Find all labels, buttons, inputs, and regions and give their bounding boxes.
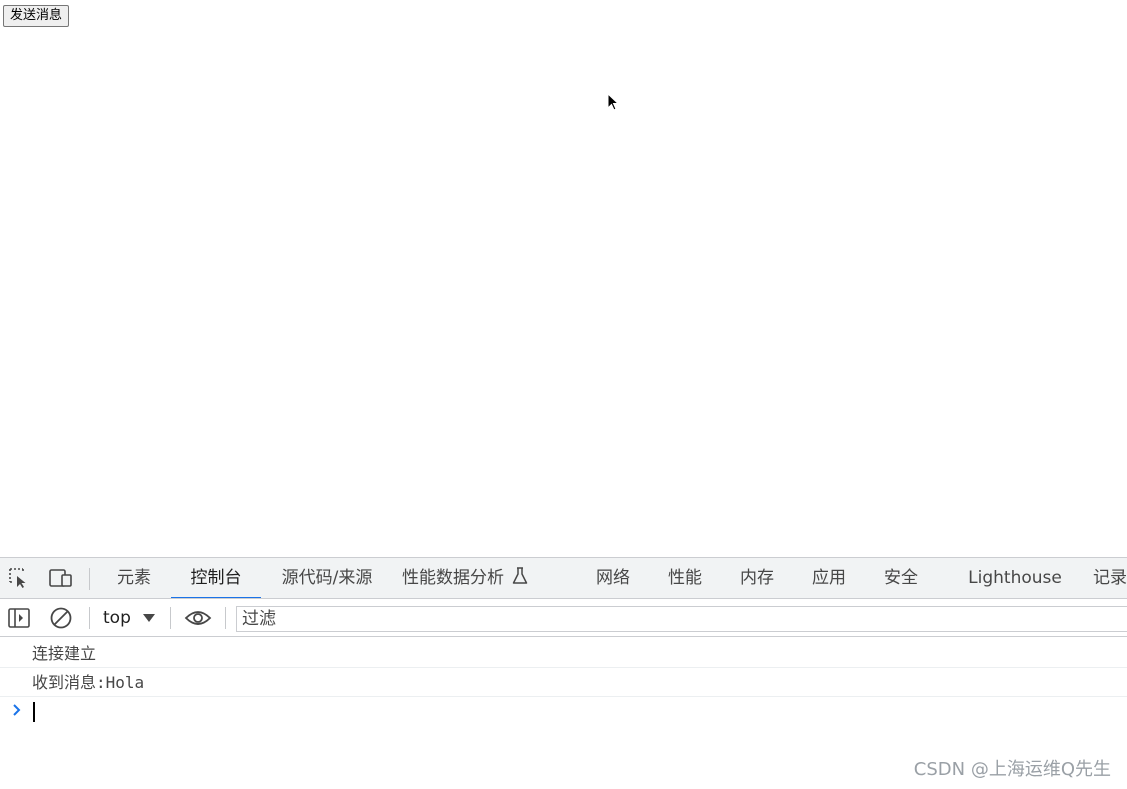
device-toolbar-icon[interactable] <box>48 566 74 590</box>
clear-console-icon[interactable] <box>48 606 74 630</box>
console-log-line: 连接建立 <box>0 639 1127 668</box>
page-viewport: 发送消息 <box>0 0 1127 557</box>
console-toolbar: top <box>0 599 1127 637</box>
sidebar-toggle-icon[interactable] <box>6 606 32 630</box>
tab-sources[interactable]: 源代码/来源 <box>270 558 384 598</box>
tab-performance-insights[interactable]: 性能数据分析 <box>402 558 552 598</box>
mouse-pointer-icon <box>607 93 619 111</box>
inspect-element-icon[interactable] <box>6 566 32 590</box>
send-message-button[interactable]: 发送消息 <box>3 5 70 27</box>
tab-performance-insights-label: 性能数据分析 <box>402 568 504 588</box>
text-caret <box>33 702 35 722</box>
toolbar-divider <box>89 607 90 629</box>
toolbar-divider <box>225 607 226 629</box>
tab-recorder[interactable]: 记录 <box>1093 558 1127 598</box>
filter-input[interactable] <box>236 606 1127 632</box>
tab-performance[interactable]: 性能 <box>658 558 712 598</box>
tab-network[interactable]: 网络 <box>586 558 640 598</box>
chevron-down-icon[interactable] <box>142 613 156 623</box>
console-log-line: 收到消息:Hola <box>0 668 1127 697</box>
tab-lighthouse[interactable]: Lighthouse <box>962 558 1068 598</box>
context-selector[interactable]: top <box>103 599 131 637</box>
tab-elements[interactable]: 元素 <box>106 558 162 598</box>
tab-application[interactable]: 应用 <box>802 558 856 598</box>
watermark-text: CSDN @上海运维Q先生 <box>913 759 1111 780</box>
toolbar-divider <box>170 607 171 629</box>
toolbar-divider <box>89 568 90 590</box>
console-output: 连接建立 收到消息:Hola <box>0 639 1127 727</box>
tab-security[interactable]: 安全 <box>873 558 929 598</box>
tab-console[interactable]: 控制台 <box>171 558 261 598</box>
chevron-right-icon <box>13 704 21 716</box>
live-expression-eye-icon[interactable] <box>183 606 213 630</box>
tab-memory[interactable]: 内存 <box>730 558 784 598</box>
devtools-tabbar: 元素 控制台 源代码/来源 性能数据分析 网络 性能 内存 应用 安全 Ligh… <box>0 558 1127 599</box>
devtools-panel: 元素 控制台 源代码/来源 性能数据分析 网络 性能 内存 应用 安全 Ligh… <box>0 557 1127 789</box>
experimental-flask-icon <box>512 567 528 584</box>
console-prompt[interactable] <box>0 697 1127 727</box>
